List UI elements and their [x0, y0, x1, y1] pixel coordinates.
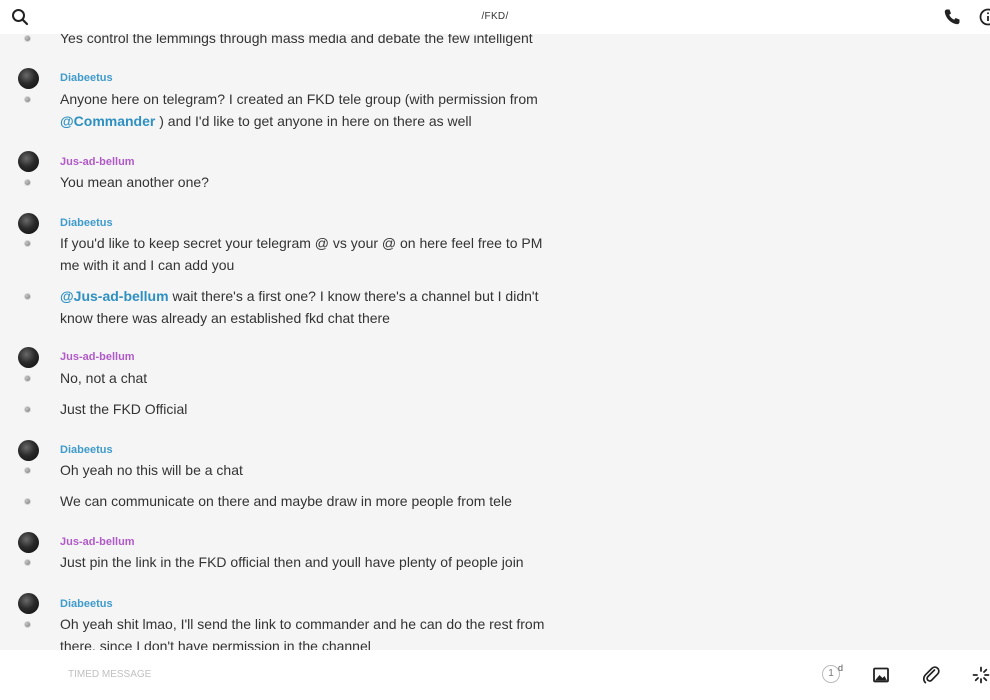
mention-link[interactable]: @Commander	[60, 113, 155, 129]
author-name[interactable]: Diabeetus	[60, 217, 113, 229]
author-name[interactable]: Jus-ad-bellum	[60, 536, 135, 548]
message-status-dot	[24, 179, 31, 186]
phone-icon[interactable]	[942, 7, 962, 27]
timer-unit-label: d	[838, 663, 844, 673]
top-bar: /FKD/	[0, 0, 990, 34]
message-text: Oh yeah no this will be a chat	[60, 462, 243, 478]
message-text: We can communicate on there and maybe dr…	[60, 493, 512, 509]
message-status-dot	[24, 375, 31, 382]
avatar[interactable]	[18, 347, 39, 368]
avatar[interactable]	[18, 440, 39, 461]
mention-link[interactable]: @Jus-ad-bellum	[60, 288, 169, 304]
paperclip-icon[interactable]	[920, 664, 942, 686]
spinner-icon[interactable]	[970, 664, 990, 686]
message-text: Anyone here on telegram? I created an FK…	[60, 88, 560, 132]
message-text: You mean another one?	[60, 174, 209, 190]
message-status-dot	[24, 35, 31, 42]
author-name[interactable]: Diabeetus	[60, 72, 113, 84]
message-status-dot	[24, 293, 31, 300]
composer-bar: TIMED MESSAGE 1 d	[0, 650, 990, 700]
avatar[interactable]	[18, 213, 39, 234]
author-name[interactable]: Diabeetus	[60, 598, 113, 610]
message-text-part: ) and I'd like to get anyone in here on …	[155, 113, 472, 129]
avatar[interactable]	[18, 68, 39, 89]
message-text: Oh yeah shit lmao, I'll send the link to…	[60, 616, 545, 650]
avatar[interactable]	[18, 151, 39, 172]
message-status-dot	[24, 559, 31, 566]
page-title: /FKD/	[481, 11, 509, 22]
message-text: @Jus-ad-bellum wait there's a first one?…	[60, 285, 560, 329]
message-status-dot	[24, 96, 31, 103]
author-name[interactable]: Diabeetus	[60, 444, 113, 456]
avatar[interactable]	[18, 532, 39, 553]
message-text: Just pin the link in the FKD official th…	[60, 554, 524, 570]
avatar[interactable]	[18, 593, 39, 614]
message-text: No, not a chat	[60, 370, 148, 386]
message-status-dot	[24, 621, 31, 628]
info-icon[interactable]	[978, 7, 990, 27]
message-status-dot	[24, 467, 31, 474]
message-status-dot	[24, 406, 31, 413]
message-text: If you'd like to keep secret your telegr…	[60, 235, 543, 273]
image-icon[interactable]	[870, 664, 892, 686]
message-text: Just the FKD Official	[60, 401, 188, 417]
author-name[interactable]: Jus-ad-bellum	[60, 351, 135, 363]
timed-message-input[interactable]: TIMED MESSAGE	[68, 669, 151, 680]
author-name[interactable]: Jus-ad-bellum	[60, 156, 135, 168]
message-text-part: Anyone here on telegram? I created an FK…	[60, 91, 538, 107]
message-status-dot	[24, 498, 31, 505]
message-feed: Yes control the lemmings through mass me…	[0, 0, 990, 650]
message-status-dot	[24, 240, 31, 247]
